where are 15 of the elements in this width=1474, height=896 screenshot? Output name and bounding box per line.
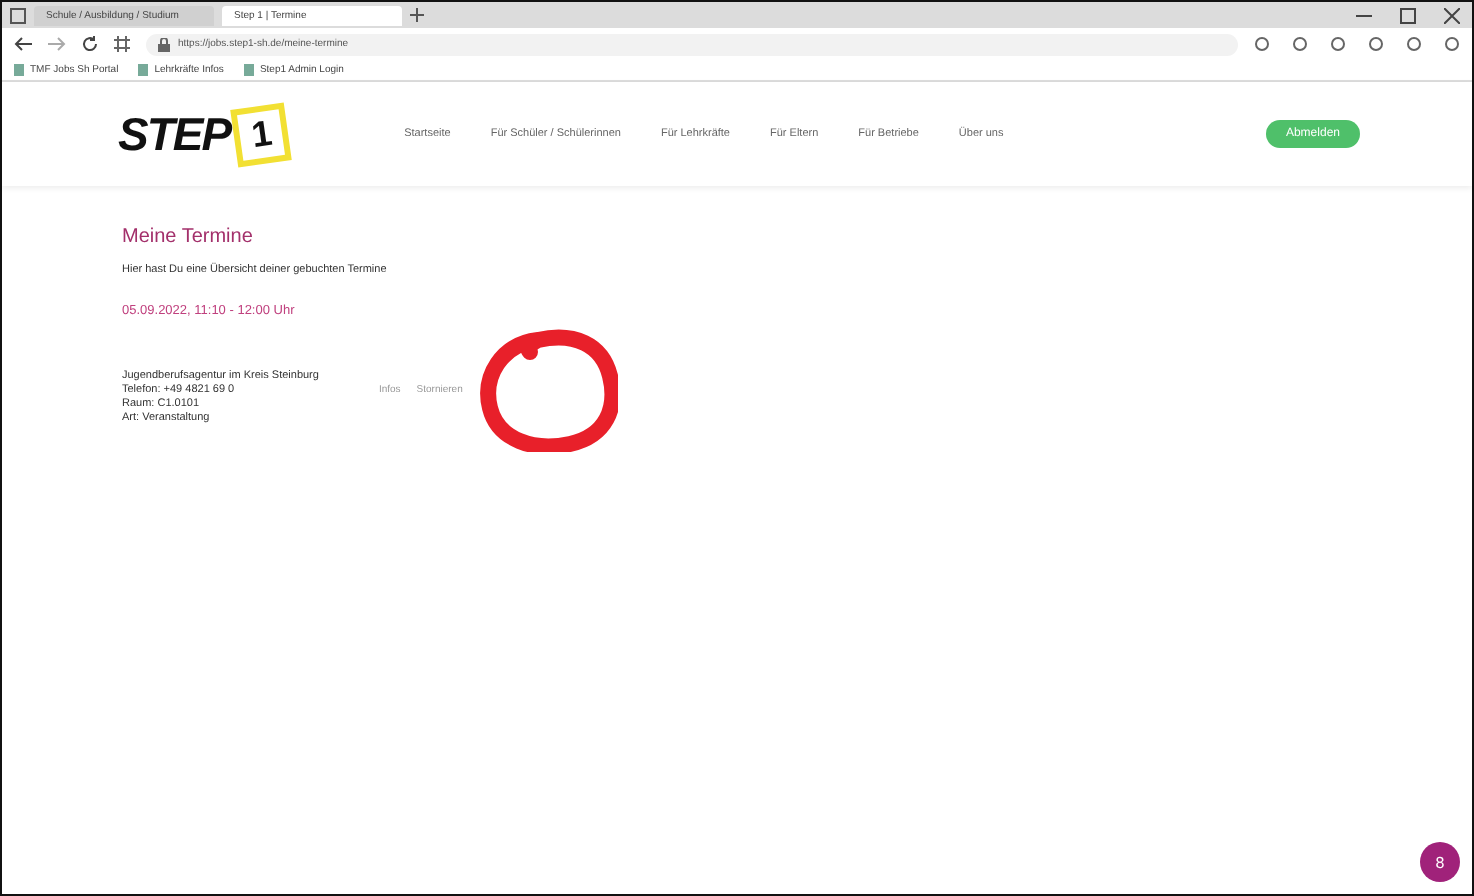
- page-title: Meine Termine: [122, 226, 255, 248]
- lock-icon: [158, 37, 170, 51]
- reload-icon[interactable]: [82, 36, 98, 52]
- maximize-icon[interactable]: [1400, 7, 1416, 23]
- logo[interactable]: STEP 1: [118, 105, 289, 163]
- circle-annotation: [478, 328, 619, 452]
- grid-icon[interactable]: [114, 36, 130, 52]
- page-icon: [138, 64, 149, 76]
- close-icon[interactable]: [1444, 7, 1460, 23]
- page-icon: [14, 64, 24, 76]
- page-icon: [243, 64, 254, 76]
- new-tab-icon[interactable]: [410, 8, 424, 22]
- window-icon[interactable]: [10, 7, 26, 23]
- back-icon[interactable]: [14, 36, 32, 52]
- chat-button[interactable]: 8: [1420, 842, 1460, 882]
